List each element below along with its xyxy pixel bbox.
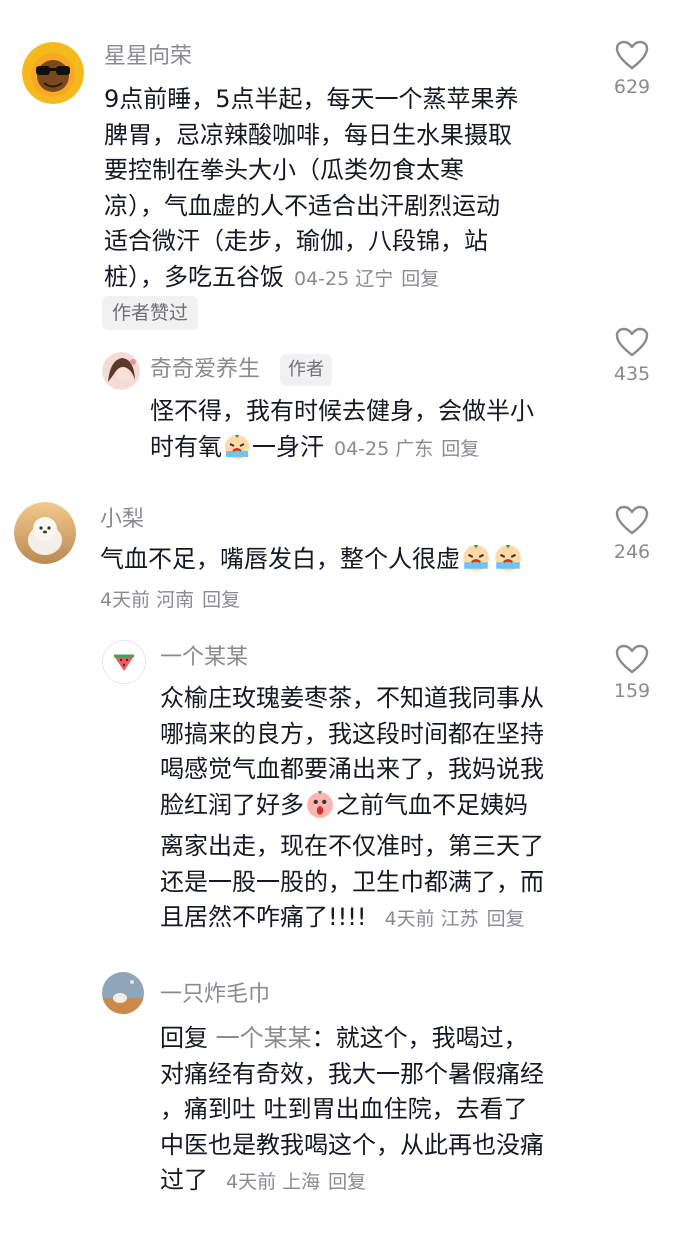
like-button[interactable]: 159 <box>602 644 662 702</box>
avatar[interactable] <box>102 352 140 390</box>
like-button[interactable]: 246 <box>602 505 662 563</box>
avatar[interactable] <box>102 640 146 684</box>
comment-location: 江苏 <box>440 908 479 930</box>
text-line-content: ：就这个，我喝过， <box>311 1024 528 1052</box>
text-line: 怪不得，我有时候去健身，会做半小 <box>150 397 534 425</box>
text-line: 脸红润了好多 之前气血不足姨妈 <box>160 788 590 830</box>
comment-date: 04-25 <box>294 267 350 290</box>
author-tag: 作者 <box>280 354 332 386</box>
text-line: 9点前睡，5点半起，每天一个蒸苹果养 <box>104 85 519 113</box>
text-line-content: 且居然不咋痛了!!!! <box>160 903 367 931</box>
text-line: 脾胃，忌凉辣酸咖啡，每日生水果摄取 <box>104 120 512 149</box>
heart-outline-icon <box>615 40 649 70</box>
author-avatar-icon <box>102 352 140 390</box>
comment-text: 众榆庄玫瑰姜枣茶，不知道我同事从 哪搞来的良方，我这段时间都在坚持 喝感觉气血都… <box>160 681 590 938</box>
comment-meta: 04-25 辽宁 回复 <box>294 268 439 290</box>
like-button[interactable]: 629 <box>602 40 662 98</box>
like-count: 159 <box>613 680 651 702</box>
text-line: 离家出走，现在不仅准时，第三天了 <box>160 832 544 860</box>
comment-text: 回复 一个某某：就这个，我喝过， 对痛经有奇效，我大一那个暑假痛经 ，痛到吐 吐… <box>160 1021 590 1201</box>
reply-button[interactable]: 回复 <box>328 1171 366 1193</box>
text-line-content: 脸红润了好多 <box>160 790 304 819</box>
username[interactable]: 一个某某 <box>160 643 248 673</box>
text-line: 喝感觉气血都要涌出来了，我妈说我 <box>160 755 544 783</box>
comment-meta: 4天前 河南 回复 <box>100 585 240 615</box>
text-line: 适合微汗（走步，瑜伽，八段锦，站 <box>104 227 488 255</box>
comment-location: 辽宁 <box>355 267 394 290</box>
like-count: 629 <box>613 76 651 98</box>
comment-meta: 4天前 江苏 回复 <box>384 908 524 930</box>
reply-button[interactable]: 回复 <box>487 908 525 930</box>
comment-text: 怪不得，我有时候去健身，会做半小 时有氧 一身汗 04-25 广东 回复 <box>150 394 590 471</box>
reply-button[interactable]: 回复 <box>401 268 439 290</box>
text-line-content: 之前气血不足姨妈 <box>336 790 528 819</box>
text-line: 对痛经有奇效，我大一那个暑假痛经 <box>160 1059 544 1088</box>
watermelon-avatar-icon <box>103 641 145 683</box>
comment-date: 4天前 <box>100 589 151 611</box>
sunflower-avatar-icon <box>22 42 84 104</box>
text-line: 还是一股一股的，卫生巾都满了，而 <box>160 867 544 896</box>
username[interactable]: 小梨 <box>100 505 144 535</box>
text-line-content: 气血不足，嘴唇发白，整个人很虚 <box>100 545 460 573</box>
text-line: 气血不足，嘴唇发白，整个人很虚 <box>100 542 580 584</box>
heart-outline-icon <box>615 644 649 674</box>
crying-face-emoji <box>461 543 491 584</box>
comment-date: 4天前 <box>384 908 435 930</box>
comment-text: 9点前睡，5点半起，每天一个蒸苹果养 脾胃，忌凉辣酸咖啡，每日生水果摄取 要控制… <box>104 82 584 297</box>
comment-location: 广东 <box>395 437 434 460</box>
comment-text: 气血不足，嘴唇发白，整个人很虚 <box>100 542 580 584</box>
crying-face-emoji <box>493 543 523 584</box>
text-line: 中医也是教我喝这个，从此再也没痛 <box>160 1130 544 1159</box>
text-line-content: 一身汗 <box>252 432 324 461</box>
text-line: 哪搞来的良方，我这段时间都在坚持 <box>160 719 544 748</box>
crying-face-emoji <box>223 433 251 472</box>
comment-date: 04-25 <box>334 437 390 460</box>
text-line: 过了 4天前 上海 回复 <box>160 1163 590 1201</box>
text-line: 回复 一个某某：就这个，我喝过， <box>160 1021 590 1057</box>
avatar[interactable] <box>102 972 144 1014</box>
comment-meta: 04-25 广东 回复 <box>334 438 479 460</box>
shocked-face-emoji <box>305 789 335 830</box>
mention-link[interactable]: 一个某某 <box>216 1024 312 1052</box>
like-button[interactable]: 435 <box>602 327 662 385</box>
text-line-content: 过了 <box>160 1166 208 1194</box>
like-count: 435 <box>613 363 651 385</box>
reply-button[interactable]: 回复 <box>202 589 240 611</box>
comment-date: 4天前 <box>226 1171 277 1193</box>
text-line: 时有氧 一身汗 04-25 广东 回复 <box>150 430 590 472</box>
comment-location: 河南 <box>156 589 195 611</box>
text-line: 众榆庄玫瑰姜枣茶，不知道我同事从 <box>160 684 544 712</box>
heart-outline-icon <box>615 327 649 357</box>
like-count: 246 <box>613 541 651 563</box>
avatar[interactable] <box>14 502 76 564</box>
heart-outline-icon <box>615 505 649 535</box>
comment-location: 上海 <box>282 1171 321 1193</box>
avatar[interactable] <box>22 42 84 104</box>
text-line: 要控制在拳头大小（瓜类勿食太寒 <box>104 156 464 184</box>
text-line: 桩），多吃五谷饭 04-25 辽宁 回复 <box>104 260 584 298</box>
username[interactable]: 星星向荣 <box>104 42 192 72</box>
comment-meta: 4天前 上海 回复 <box>226 1171 366 1193</box>
text-line-content: 桩），多吃五谷饭 <box>104 262 284 291</box>
text-line-content: 时有氧 <box>150 432 222 461</box>
puppy-avatar-icon <box>14 502 76 564</box>
text-line: 且居然不咋痛了!!!! 4天前 江苏 回复 <box>160 900 590 938</box>
reply-prefix: 回复 <box>160 1024 216 1052</box>
username[interactable]: 奇奇爱养生 <box>150 355 260 385</box>
author-liked-badge: 作者赞过 <box>102 296 199 330</box>
landscape-avatar-icon <box>102 972 144 1014</box>
reply-button[interactable]: 回复 <box>441 438 479 460</box>
username[interactable]: 一只炸毛巾 <box>160 980 270 1010</box>
text-line: 凉），气血虚的人不适合出汗剧烈运动 <box>104 191 500 220</box>
text-line: ，痛到吐 吐到胃出血住院，去看了 <box>160 1095 528 1123</box>
